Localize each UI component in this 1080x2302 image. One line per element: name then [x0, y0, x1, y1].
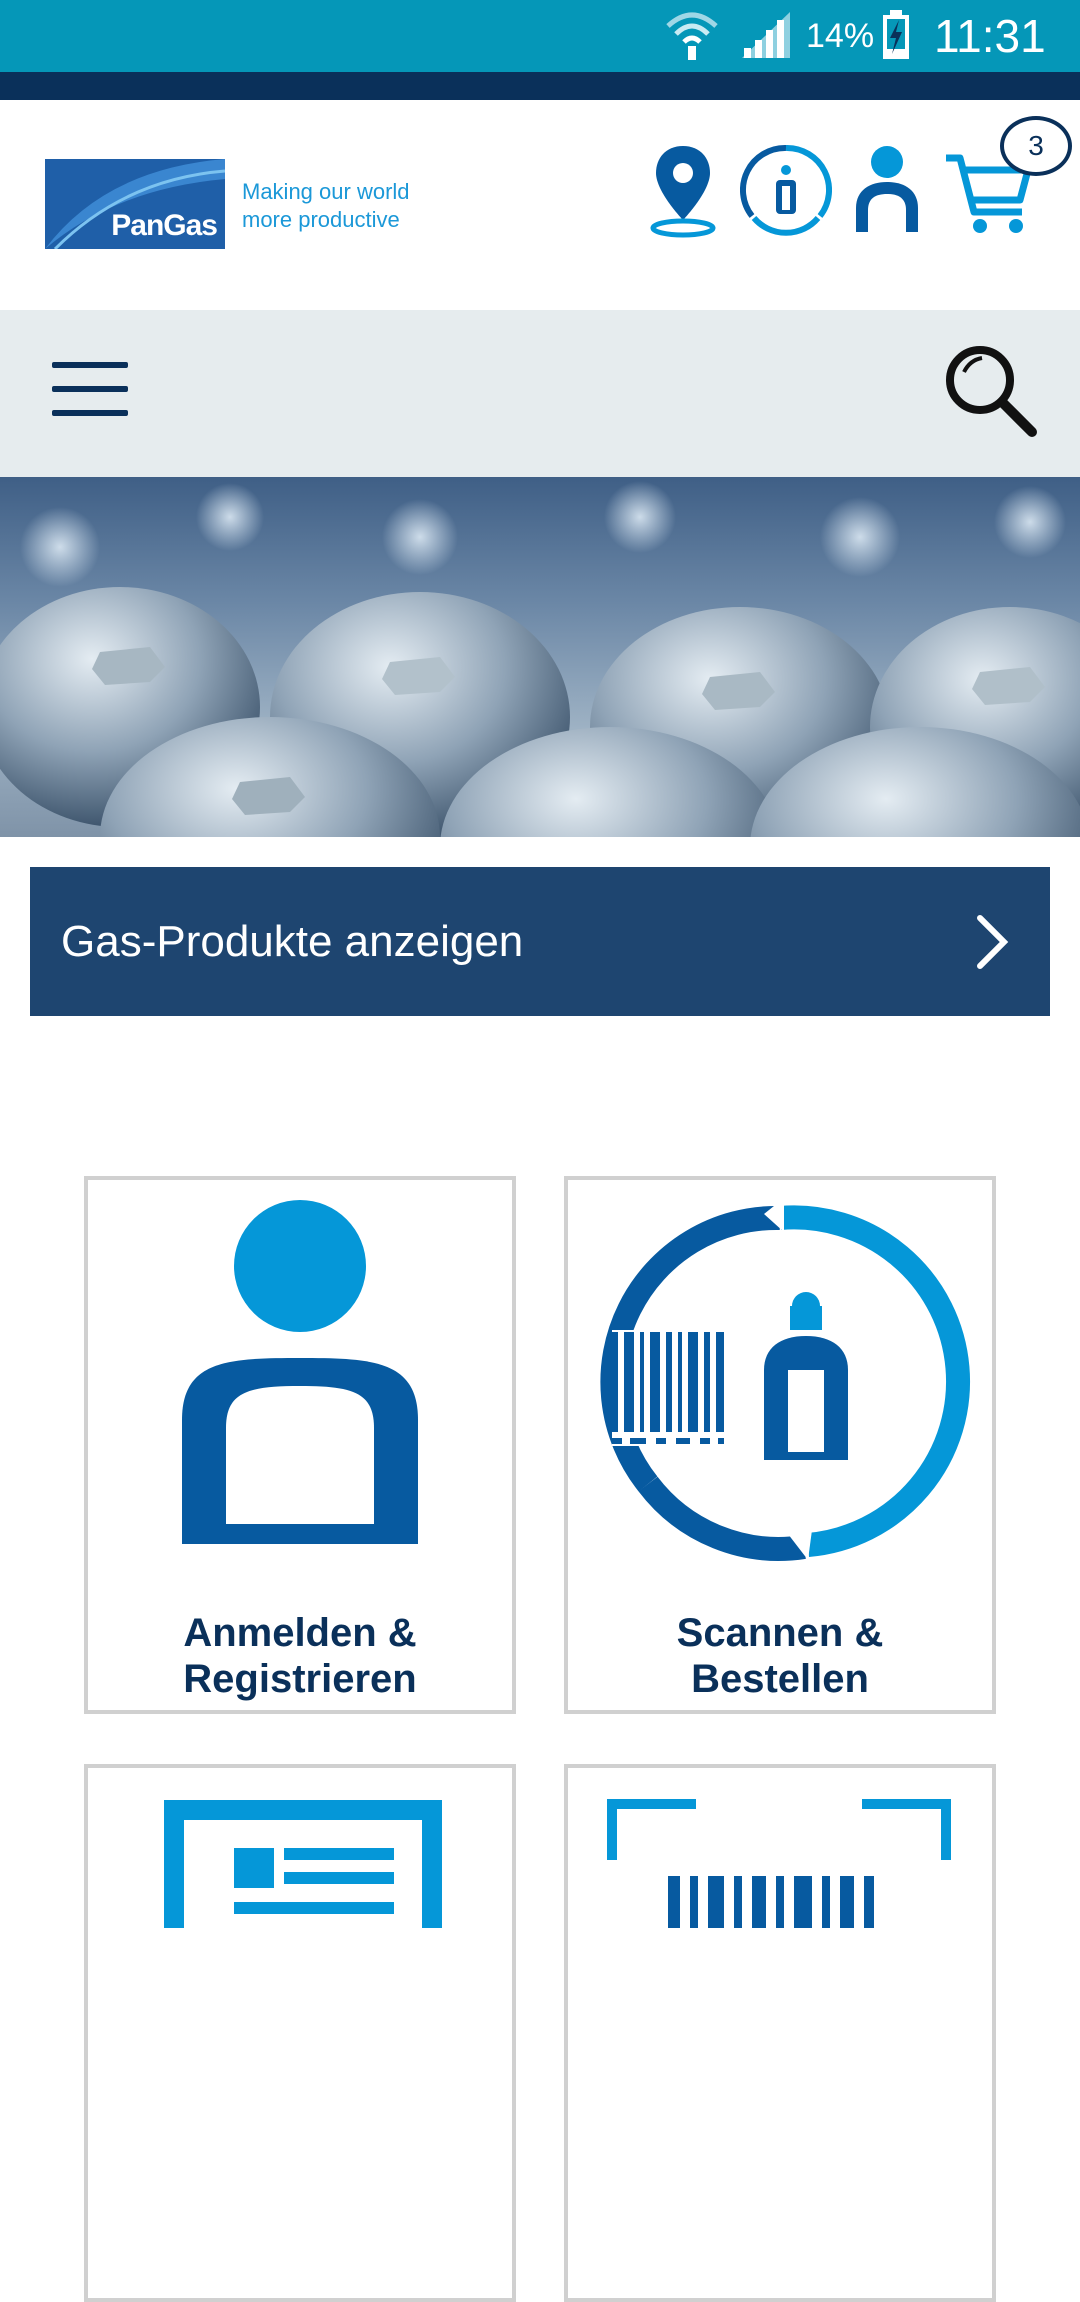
- search-icon[interactable]: [940, 342, 1040, 442]
- header-strip: [0, 72, 1080, 100]
- documents-tile[interactable]: [84, 1764, 516, 2302]
- scan-cylinder-icon: [600, 1198, 971, 1561]
- cart-count-badge[interactable]: 3: [1000, 116, 1072, 176]
- tagline: Making our world more productive: [242, 178, 442, 234]
- battery-percent: 14%: [806, 16, 875, 55]
- barcode-icon: [607, 1799, 951, 1928]
- tagline-line-2: more productive: [242, 207, 400, 232]
- tagline-line-1: Making our world: [242, 179, 410, 204]
- cylinder-info-icon[interactable]: [740, 140, 832, 240]
- tile-label: Anmelden & Registrieren: [88, 1610, 512, 1702]
- pangas-logo[interactable]: PanGas: [45, 159, 225, 249]
- user-icon[interactable]: [852, 140, 922, 240]
- cta-label: Gas-Produkte anzeigen: [61, 916, 524, 966]
- document-icon: [164, 1800, 442, 1928]
- show-gas-products-button[interactable]: Gas-Produkte anzeigen: [30, 867, 1050, 1016]
- tile-label-line-1: Anmelden &: [183, 1611, 417, 1655]
- scan-order-tile[interactable]: Scannen & Bestellen: [564, 1176, 996, 1714]
- barcode-scan-tile[interactable]: [564, 1764, 996, 2302]
- user-icon: [182, 1200, 418, 1544]
- logo-text: PanGas: [111, 209, 218, 242]
- menu-icon[interactable]: [52, 362, 128, 422]
- location-pin-icon[interactable]: [648, 140, 718, 240]
- tile-label: Scannen & Bestellen: [568, 1610, 992, 1702]
- toolbar: [0, 310, 1080, 477]
- signal-icon: [742, 12, 790, 58]
- battery-charging-icon: [883, 10, 909, 59]
- chevron-right-icon: [977, 915, 1009, 969]
- app-header: PanGas Making our world more productive …: [0, 100, 1080, 310]
- hero-banner-image: [0, 477, 1080, 837]
- wifi-icon: [666, 12, 718, 60]
- tile-label-line-1: Scannen &: [676, 1611, 884, 1655]
- tile-label-line-2: Registrieren: [183, 1657, 417, 1701]
- login-register-tile[interactable]: Anmelden & Registrieren: [84, 1176, 516, 1714]
- status-bar: 14% 11:31: [0, 0, 1080, 72]
- clock: 11:31: [934, 10, 1046, 62]
- tile-label-line-2: Bestellen: [691, 1657, 869, 1701]
